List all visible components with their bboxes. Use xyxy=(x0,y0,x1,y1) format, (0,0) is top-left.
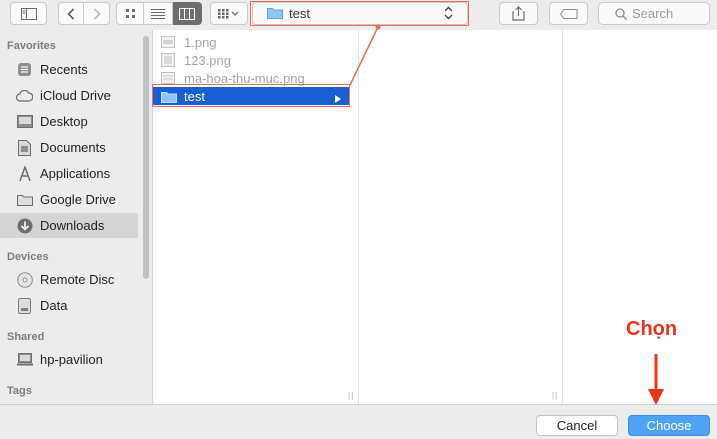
sidebar-item-label: Downloads xyxy=(40,218,105,233)
column-divider[interactable] xyxy=(358,30,359,404)
file-name: 1.png xyxy=(184,34,217,50)
sidebar-item-label: Data xyxy=(40,298,68,313)
desktop-icon xyxy=(16,113,33,130)
image-file-icon xyxy=(161,53,177,67)
folder-icon xyxy=(161,89,177,103)
download-icon xyxy=(16,217,33,234)
sidebar-section-tags: Tags xyxy=(7,385,32,397)
tag-icon xyxy=(559,8,577,19)
sidebar-toggle-button[interactable] xyxy=(10,2,47,25)
computer-icon xyxy=(16,351,33,368)
annotation-label: Chọn xyxy=(626,318,678,340)
sidebar-section-shared: Shared xyxy=(7,331,45,343)
sidebar-section-devices: Devices xyxy=(7,251,49,263)
clock-icon xyxy=(16,61,33,78)
search-icon xyxy=(615,7,627,20)
image-file-icon xyxy=(161,71,177,85)
search-field[interactable]: Search xyxy=(598,2,710,25)
toolbar: test Search xyxy=(0,0,717,30)
folder-item-test[interactable]: test xyxy=(153,87,349,105)
list-view-button[interactable] xyxy=(144,2,173,25)
sidebar-scrollbar[interactable] xyxy=(143,36,149,279)
drive-icon xyxy=(16,297,33,314)
sidebar-item-downloads[interactable]: Downloads xyxy=(0,213,138,238)
back-button[interactable] xyxy=(58,2,84,25)
sidebar-item-label: hp-pavilion xyxy=(40,352,103,367)
cloud-icon xyxy=(16,87,33,104)
share-button[interactable] xyxy=(499,2,538,25)
sidebar-item-google-drive[interactable]: Google Drive xyxy=(0,187,138,212)
sidebar-icon xyxy=(20,7,37,20)
folder-icon xyxy=(267,6,283,22)
sidebar-item-label: Applications xyxy=(40,166,111,181)
group-grid-icon xyxy=(218,9,239,19)
search-placeholder: Search xyxy=(632,6,674,21)
grid-icon xyxy=(125,9,135,18)
sidebar-item-remote-disc[interactable]: Remote Disc xyxy=(0,267,138,292)
sidebar-item-data[interactable]: Data xyxy=(0,293,138,318)
column-view-button[interactable] xyxy=(173,2,202,25)
sidebar-item-documents[interactable]: Documents xyxy=(0,135,138,160)
location-popup[interactable]: test xyxy=(252,2,468,25)
file-name: test xyxy=(184,88,205,104)
icon-view-button[interactable] xyxy=(116,2,144,25)
chevron-left-icon xyxy=(67,7,75,20)
choose-button[interactable]: Choose xyxy=(628,415,710,436)
image-file-icon xyxy=(161,35,177,49)
sidebar: Favorites Recents iCloud Drive Desktop D… xyxy=(0,30,152,404)
file-name: 123.png xyxy=(184,52,231,68)
disclosure-arrow-icon xyxy=(335,91,341,106)
columns-icon xyxy=(179,7,195,20)
sidebar-item-desktop[interactable]: Desktop xyxy=(0,109,138,134)
location-label: test xyxy=(289,6,310,21)
sidebar-item-hp-pavilion[interactable]: hp-pavilion xyxy=(0,347,138,372)
column-resize-grip[interactable]: || xyxy=(552,391,558,400)
disc-icon xyxy=(16,271,33,288)
sidebar-item-recents[interactable]: Recents xyxy=(0,57,138,82)
sidebar-item-label: iCloud Drive xyxy=(40,88,111,103)
file-item[interactable]: 123.png xyxy=(153,51,349,69)
sidebar-item-icloud-drive[interactable]: iCloud Drive xyxy=(0,83,138,108)
file-name: ma-hoa-thu-muc.png xyxy=(184,70,305,86)
sidebar-item-label: Google Drive xyxy=(40,192,116,207)
column-resize-grip[interactable]: || xyxy=(348,391,354,400)
group-by-button[interactable] xyxy=(210,2,248,25)
file-item[interactable]: 1.png xyxy=(153,33,349,51)
chevron-right-icon xyxy=(93,7,101,20)
file-browser: 1.png 123.png ma-hoa-thu-muc.png test ||… xyxy=(152,30,717,404)
updown-chevron-icon xyxy=(444,6,453,23)
bottom-bar: Cancel Choose xyxy=(0,404,717,439)
folder-icon xyxy=(16,191,33,208)
sidebar-item-label: Documents xyxy=(40,140,106,155)
sidebar-item-label: Desktop xyxy=(40,114,88,129)
applications-icon xyxy=(16,165,33,182)
tag-button[interactable] xyxy=(549,2,588,25)
forward-button[interactable] xyxy=(84,2,110,25)
column-divider[interactable] xyxy=(562,30,563,404)
share-icon xyxy=(512,6,525,21)
document-icon xyxy=(16,139,33,156)
list-icon xyxy=(151,9,165,19)
sidebar-section-favorites: Favorites xyxy=(7,40,56,52)
cancel-button[interactable]: Cancel xyxy=(536,415,618,436)
sidebar-item-label: Recents xyxy=(40,62,88,77)
sidebar-item-applications[interactable]: Applications xyxy=(0,161,138,186)
file-item[interactable]: ma-hoa-thu-muc.png xyxy=(153,69,349,87)
sidebar-item-label: Remote Disc xyxy=(40,272,115,287)
